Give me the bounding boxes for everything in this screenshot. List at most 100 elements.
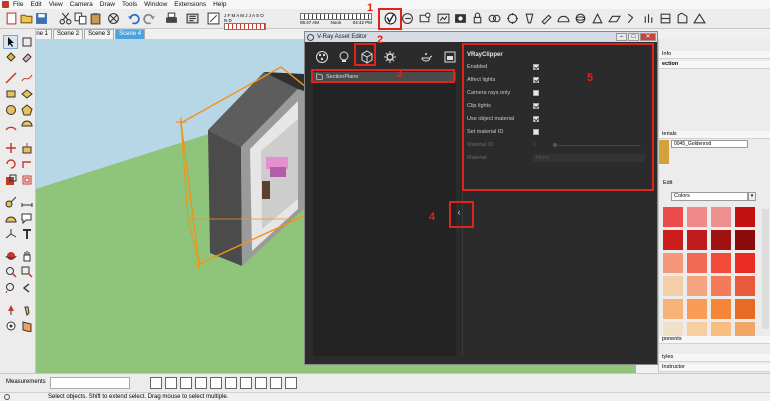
vray-lightmix-icon[interactable]: [453, 11, 468, 26]
chevron-down-icon[interactable]: ▾: [748, 192, 756, 201]
views-iso-icon[interactable]: [150, 377, 162, 389]
select-arrow-icon[interactable]: [3, 35, 18, 49]
dimension-bottom-icon[interactable]: [270, 377, 282, 389]
redo-icon[interactable]: [142, 11, 157, 26]
freehand-icon[interactable]: [19, 71, 34, 85]
vray-infinite-plane-icon[interactable]: [607, 11, 622, 26]
section-plane-icon[interactable]: [19, 319, 34, 333]
offset-icon[interactable]: [19, 173, 34, 187]
scene-tab-3[interactable]: Scene 3: [84, 29, 115, 39]
model-info-icon[interactable]: [185, 11, 200, 26]
color-swatch[interactable]: [687, 207, 707, 227]
paste-icon[interactable]: [88, 11, 103, 26]
pie-icon[interactable]: [19, 119, 34, 133]
color-swatch[interactable]: [687, 230, 707, 250]
color-swatch[interactable]: [687, 299, 707, 319]
dimension-icon[interactable]: [19, 195, 34, 209]
vray-batch-render-icon[interactable]: [487, 11, 502, 26]
rotate-icon[interactable]: [3, 157, 18, 171]
tray-styles[interactable]: tyles: [659, 354, 770, 362]
color-swatch[interactable]: [687, 276, 707, 296]
vray-lock-camera-icon[interactable]: [470, 11, 485, 26]
tray-components[interactable]: ponents: [659, 336, 770, 344]
vray-dome-light-icon[interactable]: [556, 11, 571, 26]
views-right-icon[interactable]: [195, 377, 207, 389]
vray-title-bar[interactable]: V-Ray Asset Editor: [305, 32, 657, 42]
protractor-icon[interactable]: [3, 211, 18, 225]
new-file-icon[interactable]: [4, 11, 19, 26]
color-swatch[interactable]: [735, 276, 755, 296]
color-swatch[interactable]: [663, 207, 683, 227]
open-folder-icon[interactable]: [19, 11, 34, 26]
color-swatch[interactable]: [663, 230, 683, 250]
tray-entity-info[interactable]: Info: [659, 51, 770, 59]
shadow-time-slider[interactable]: 06:47 AM Noon 04:42 PM: [300, 13, 372, 25]
tray-instructor[interactable]: Instructor: [659, 364, 770, 372]
vray-proxy-icon[interactable]: [624, 11, 639, 26]
scene-tab-4[interactable]: Scene 4: [115, 29, 146, 39]
vray-frame-buffer-button[interactable]: [441, 48, 459, 66]
vray-mesh-light-icon[interactable]: [590, 11, 605, 26]
follow-me-icon[interactable]: [19, 157, 34, 171]
color-swatch[interactable]: [735, 207, 755, 227]
measurements-input[interactable]: [50, 377, 130, 389]
menu-help[interactable]: Help: [213, 1, 226, 8]
tray-scrollbar[interactable]: [762, 209, 769, 329]
erase-icon[interactable]: [106, 11, 121, 26]
color-swatch[interactable]: [663, 253, 683, 273]
vray-export-icon[interactable]: [675, 11, 690, 26]
zoom-icon[interactable]: [3, 265, 18, 279]
3d-text-icon[interactable]: [19, 227, 34, 241]
tape-measure-icon[interactable]: [3, 195, 18, 209]
menu-edit[interactable]: Edit: [30, 1, 41, 8]
rectangle-icon[interactable]: [3, 87, 18, 101]
arc-icon[interactable]: [3, 119, 18, 133]
print-icon[interactable]: [164, 11, 179, 26]
vray-tab-materials[interactable]: [313, 48, 331, 66]
circle-icon[interactable]: [3, 103, 18, 117]
info-icon[interactable]: [4, 394, 10, 400]
previous-view-icon[interactable]: [19, 281, 34, 295]
protractor-bottom-icon[interactable]: [285, 377, 297, 389]
text-icon[interactable]: [19, 211, 34, 225]
vray-tab-lights[interactable]: [335, 48, 353, 66]
paint-bucket-icon[interactable]: [3, 50, 18, 64]
menu-extensions[interactable]: Extensions: [174, 1, 206, 8]
shadow-date-slider[interactable]: J F M A M J J A S O N D: [224, 13, 266, 30]
line-icon[interactable]: [3, 71, 18, 85]
undo-icon[interactable]: [126, 11, 141, 26]
material-library-select[interactable]: Colors: [671, 192, 748, 201]
polygon-icon[interactable]: [19, 103, 34, 117]
vray-spot-light-icon[interactable]: [522, 11, 537, 26]
menu-view[interactable]: View: [49, 1, 63, 8]
walk-icon[interactable]: [19, 303, 34, 317]
vray-interactive-icon[interactable]: [417, 11, 432, 26]
vray-scene-import-icon[interactable]: [692, 11, 707, 26]
views-back-icon[interactable]: [210, 377, 222, 389]
menu-tools[interactable]: Tools: [122, 1, 137, 8]
zoom-extents-icon[interactable]: [3, 281, 18, 295]
tray-materials[interactable]: terials: [659, 131, 770, 139]
close-button[interactable]: ✕: [640, 33, 656, 41]
vray-frame-buffer-icon[interactable]: [436, 11, 451, 26]
color-swatch[interactable]: [735, 299, 755, 319]
color-swatch[interactable]: [735, 230, 755, 250]
vray-render-icon[interactable]: [400, 11, 415, 26]
scale-icon[interactable]: [3, 173, 18, 187]
look-around-icon[interactable]: [3, 319, 18, 333]
move-icon[interactable]: [3, 141, 18, 155]
copy-icon[interactable]: [73, 11, 88, 26]
color-swatch[interactable]: [663, 276, 683, 296]
push-pull-icon[interactable]: [19, 141, 34, 155]
menu-window[interactable]: Window: [144, 1, 167, 8]
zoom-window-icon[interactable]: [19, 265, 34, 279]
save-icon[interactable]: [34, 11, 49, 26]
menu-file[interactable]: File: [13, 1, 23, 8]
pan-icon[interactable]: [19, 249, 34, 263]
vray-render-teapot-button[interactable]: [417, 48, 435, 66]
position-camera-icon[interactable]: [3, 303, 18, 317]
material-name-field[interactable]: 0045_Goldenrod: [671, 140, 748, 148]
menu-draw[interactable]: Draw: [100, 1, 115, 8]
color-swatch[interactable]: [687, 253, 707, 273]
views-top-icon[interactable]: [165, 377, 177, 389]
